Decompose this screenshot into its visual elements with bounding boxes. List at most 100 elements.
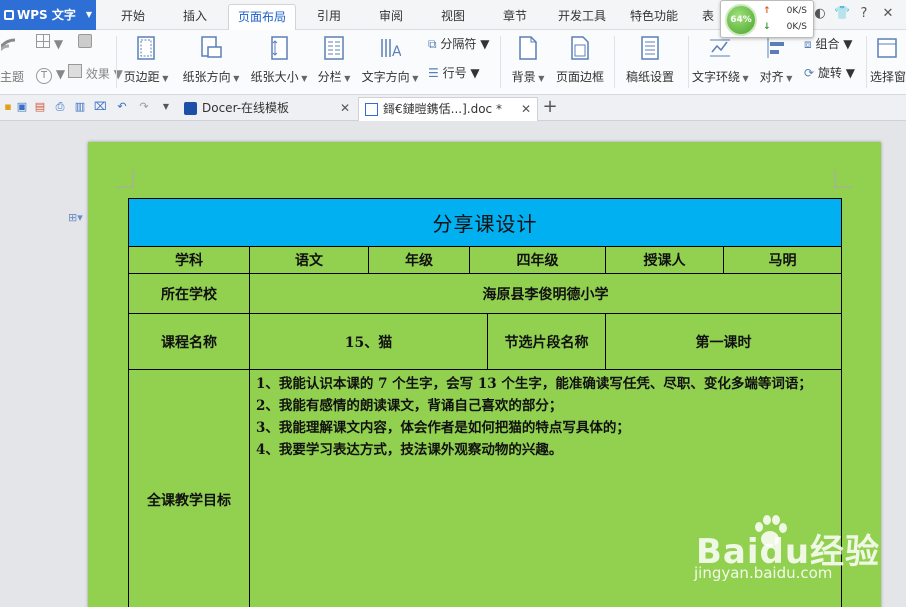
subject-value-cell[interactable]: 语文 bbox=[249, 246, 369, 274]
upload-arrow-icon: ↑ bbox=[763, 6, 771, 16]
paper-size-button[interactable]: 纸张大小 ▼ bbox=[248, 34, 310, 90]
tab-page-layout[interactable]: 页面布局 bbox=[228, 4, 296, 30]
manuscript-settings-button[interactable]: 稿纸设置 bbox=[622, 34, 678, 90]
tab-view[interactable]: 视图 bbox=[428, 4, 478, 30]
rotate-button[interactable]: ⟳ 旋转 ▼ bbox=[804, 63, 855, 83]
text-direction-button[interactable]: A 文字方向 ▼ bbox=[358, 34, 422, 90]
selection-pane-button[interactable]: 选择窗 bbox=[870, 34, 906, 90]
columns-button[interactable]: 分栏 ▼ bbox=[314, 34, 354, 90]
goal-item: 3、我能理解课文内容，体会作者是如何把猫的特点写具体的； bbox=[256, 420, 630, 436]
breaks-button[interactable]: ⧉ 分隔符 ▼ bbox=[428, 34, 489, 54]
selection-pane-icon bbox=[877, 38, 897, 58]
table-title[interactable]: 分享课设计 bbox=[128, 198, 842, 247]
format-painter-icon[interactable]: ⌧ bbox=[94, 101, 107, 113]
layout-grid-button[interactable]: ▼ bbox=[36, 34, 63, 54]
orientation-icon bbox=[201, 36, 222, 58]
text-wrap-button[interactable]: 文字环绕 ▼ bbox=[692, 34, 749, 90]
background-label: 背景 bbox=[511, 70, 536, 84]
course-label-cell[interactable]: 课程名称 bbox=[128, 313, 250, 370]
course-value-cell[interactable]: 15、猫 bbox=[249, 313, 488, 370]
excerpt-value-cell[interactable]: 第一课时 bbox=[605, 313, 842, 370]
redo-icon[interactable]: ↷ bbox=[138, 101, 150, 113]
doc-tab-current-label: 鎶€鏈暟鎸佸...].doc * bbox=[383, 102, 502, 116]
app-menu-button[interactable]: WPS 文字 ▼ bbox=[0, 0, 96, 30]
columns-icon bbox=[324, 36, 344, 60]
shirt-icon[interactable]: 👕 bbox=[834, 6, 850, 22]
new-tab-plus-icon[interactable]: + bbox=[542, 98, 558, 116]
tab-references[interactable]: 引用 bbox=[304, 4, 354, 30]
goals-label-cell[interactable]: 全课教学目标 bbox=[128, 369, 250, 607]
doc-tab-docer-label: Docer-在线模板 bbox=[202, 101, 290, 115]
tab-home[interactable]: 开始 bbox=[108, 4, 158, 30]
tab-insert[interactable]: 插入 bbox=[170, 4, 220, 30]
theme-button[interactable]: 主题 bbox=[0, 34, 24, 90]
background-icon bbox=[519, 36, 537, 60]
margins-label: 页边距 bbox=[123, 70, 160, 84]
grade-label-cell[interactable]: 年级 bbox=[368, 246, 470, 274]
goal-item: 4、我要学习表达方式，技法课外观察动物的兴趣。 bbox=[256, 442, 563, 458]
help-icon[interactable]: ? bbox=[856, 6, 872, 22]
tab-chapter[interactable]: 章节 bbox=[490, 4, 540, 30]
excerpt-label-cell[interactable]: 节选片段名称 bbox=[487, 313, 606, 370]
undo-icon[interactable]: ↶ bbox=[116, 101, 128, 113]
margins-button[interactable]: 页边距 ▼ bbox=[122, 34, 170, 90]
theme-label: 主题 bbox=[0, 70, 25, 84]
paper-size-label: 纸张大小 bbox=[250, 70, 299, 84]
effect-button[interactable]: 效果 ▼ bbox=[68, 64, 123, 84]
new-doc-icon[interactable]: ▪ bbox=[2, 101, 14, 113]
text-wrap-label: 文字环绕 bbox=[692, 70, 741, 84]
school-label-cell[interactable]: 所在学校 bbox=[128, 273, 250, 314]
effect-label: 效果 bbox=[85, 67, 110, 81]
doc-tab-current[interactable]: 鎶€鏈暟鎸佸...].doc * ✕ bbox=[358, 97, 538, 121]
selection-pane-label: 选择窗 bbox=[870, 70, 906, 84]
subject-label-cell[interactable]: 学科 bbox=[128, 246, 250, 274]
page-border-icon bbox=[571, 36, 589, 60]
close-tab-docer-icon[interactable]: ✕ bbox=[340, 97, 350, 119]
grade-value-cell[interactable]: 四年级 bbox=[469, 246, 606, 274]
close-tab-current-icon[interactable]: ✕ bbox=[521, 98, 531, 120]
tab-developer[interactable]: 开发工具 bbox=[550, 4, 614, 30]
rotate-icon: ⟳ bbox=[804, 66, 815, 80]
tab-special-features[interactable]: 特色功能 bbox=[622, 4, 686, 30]
teacher-value-cell[interactable]: 马明 bbox=[723, 246, 842, 274]
background-button[interactable]: 背景 ▼ bbox=[508, 34, 548, 90]
teacher-label-cell[interactable]: 授课人 bbox=[605, 246, 724, 274]
orientation-button[interactable]: 纸张方向 ▼ bbox=[180, 34, 242, 90]
network-speed-widget[interactable]: 64% ↑ 0K/S ↓ 0K/S bbox=[720, 0, 814, 38]
close-window-icon[interactable]: ✕ bbox=[880, 6, 896, 22]
line-numbers-label: 行号 bbox=[442, 66, 467, 80]
paragraph-handle-icon[interactable]: ⊞▾ bbox=[68, 211, 83, 224]
document-workspace[interactable]: ⊞▾ 分享课设计 学科 语文 年级 四年级 授课人 马明 所在学校 海原县李俊明… bbox=[0, 121, 906, 607]
export-pdf-icon[interactable]: ▤ bbox=[34, 101, 46, 113]
text-direction-icon: A bbox=[381, 39, 401, 60]
rotate-label: 旋转 bbox=[817, 66, 842, 80]
tab-review[interactable]: 审阅 bbox=[366, 4, 416, 30]
document-tab-bar: ▪ ▣ ▤ ⎙ ▥ ⌧ ↶ ↷ ▼ Docer-在线模板 ✕ 鎶€鏈暟鎸佸...… bbox=[0, 95, 906, 121]
save-icon[interactable]: ▣ bbox=[16, 101, 28, 113]
school-value-cell[interactable]: 海原县李俊明德小学 bbox=[249, 273, 842, 314]
window-controls: ◐ 👕 ? ✕ bbox=[810, 0, 906, 30]
line-numbers-button[interactable]: ☰ 行号 ▼ bbox=[428, 63, 480, 83]
paper-size-icon bbox=[271, 36, 288, 60]
print-icon[interactable]: ⎙ bbox=[54, 101, 66, 113]
svg-text:A: A bbox=[392, 44, 401, 60]
align-icon bbox=[767, 38, 784, 58]
page-border-button[interactable]: 页面边框 bbox=[554, 34, 606, 90]
app-menu-caret-icon: ▼ bbox=[85, 10, 92, 19]
doc-tab-docer[interactable]: Docer-在线模板 ✕ bbox=[178, 97, 356, 121]
align-button[interactable]: 对齐 ▼ bbox=[756, 34, 796, 90]
page-border-label: 页面边框 bbox=[555, 70, 604, 84]
margin-corner-top-right bbox=[834, 170, 852, 188]
document-page[interactable]: 分享课设计 学科 语文 年级 四年级 授课人 马明 所在学校 海原县李俊明德小学… bbox=[88, 142, 881, 607]
font-theme-button[interactable]: T ▼ bbox=[36, 64, 65, 84]
docer-icon bbox=[184, 102, 197, 115]
print-preview-icon[interactable]: ▥ bbox=[74, 101, 86, 113]
customize-toolbar-icon[interactable]: ▼ bbox=[160, 101, 172, 113]
shape-style-button[interactable] bbox=[78, 34, 92, 54]
goals-content-cell[interactable]: 1、我能认识本课的 7 个生字，会写 13 个生字，能准确读写任凭、尽职、变化多… bbox=[249, 369, 842, 607]
manuscript-icon bbox=[641, 36, 659, 60]
skin-icon[interactable]: ◐ bbox=[812, 6, 828, 22]
upload-speed: 0K/S bbox=[786, 6, 807, 16]
tab-table[interactable]: 表 bbox=[696, 4, 720, 30]
group-label: 组合 bbox=[815, 37, 840, 51]
